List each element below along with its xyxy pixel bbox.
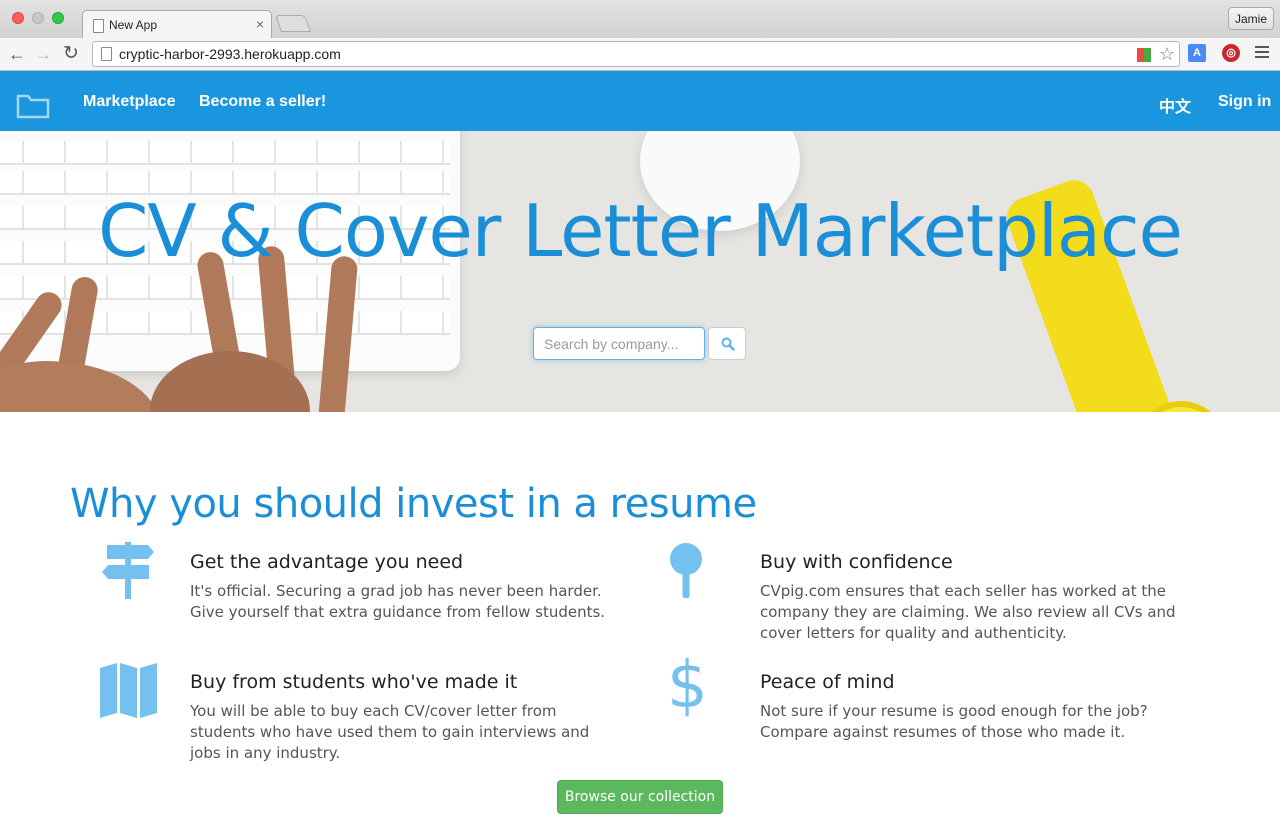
feature-heading: Buy with confidence xyxy=(760,551,953,573)
forward-arrow-icon[interactable]: → xyxy=(34,44,52,64)
profile-button[interactable]: Jamie xyxy=(1228,7,1274,30)
signpost-icon xyxy=(102,542,154,599)
ublock-icon[interactable]: ◎ xyxy=(1222,44,1240,62)
browse-collection-button[interactable]: Browse our collection xyxy=(557,780,723,814)
new-tab-button[interactable] xyxy=(274,15,312,32)
hero-title: CV & Cover Letter Marketplace xyxy=(98,189,1183,273)
url-text[interactable]: cryptic-harbor-2993.herokuapp.com xyxy=(119,46,341,62)
reload-icon[interactable]: ↻ xyxy=(63,44,79,64)
browser-titlebar: New App × Jamie xyxy=(0,0,1280,40)
tab-close-icon[interactable]: × xyxy=(256,16,264,32)
window-minimize-button[interactable] xyxy=(32,12,44,24)
search-icon xyxy=(721,337,735,351)
language-switch-link[interactable]: 中文 xyxy=(1159,93,1191,117)
feature-text: It's official. Securing a grad job has n… xyxy=(190,582,606,621)
page-icon xyxy=(101,47,112,61)
folder-icon[interactable] xyxy=(16,93,50,119)
feature-text: Not sure if your resume is good enough f… xyxy=(760,702,1148,741)
company-search-input[interactable] xyxy=(533,327,705,360)
extension-icon[interactable] xyxy=(1137,48,1151,62)
back-arrow-icon[interactable]: ← xyxy=(8,44,26,64)
address-bar[interactable]: cryptic-harbor-2993.herokuapp.com ☆ xyxy=(92,41,1180,67)
feature-heading: Get the advantage you need xyxy=(190,551,464,573)
browser-tab[interactable]: New App × xyxy=(82,10,272,40)
tab-title: New App xyxy=(109,18,158,32)
browser-toolbar: ← → ↻ cryptic-harbor-2993.herokuapp.com … xyxy=(0,38,1280,71)
magnifier-icon xyxy=(670,543,702,598)
feature-text: CVpig.com ensures that each seller has w… xyxy=(760,582,1176,642)
window-maximize-button[interactable] xyxy=(52,12,64,24)
translate-icon[interactable]: A xyxy=(1188,44,1206,62)
hero-banner: CV & Cover Letter Marketplace xyxy=(0,131,1280,412)
page-icon xyxy=(93,19,104,33)
window-close-button[interactable] xyxy=(12,12,24,24)
search-button[interactable] xyxy=(708,327,746,360)
feature-text: You will be able to buy each CV/cover le… xyxy=(190,702,590,762)
feature-heading: Peace of mind xyxy=(760,671,895,693)
sign-in-link[interactable]: Sign in xyxy=(1218,93,1271,111)
feature-heading: Buy from students who've made it xyxy=(190,671,518,693)
menu-icon[interactable] xyxy=(1255,46,1269,61)
star-icon[interactable]: ☆ xyxy=(1159,44,1175,65)
nav-marketplace-link[interactable]: Marketplace xyxy=(83,93,176,111)
map-icon xyxy=(100,663,157,718)
nav-become-seller-link[interactable]: Become a seller! xyxy=(199,93,326,111)
dollar-icon: $ xyxy=(667,649,708,723)
app-navbar: Marketplace Become a seller! 中文 Sign in xyxy=(0,71,1280,131)
section-title: Why you should invest in a resume xyxy=(70,481,757,527)
